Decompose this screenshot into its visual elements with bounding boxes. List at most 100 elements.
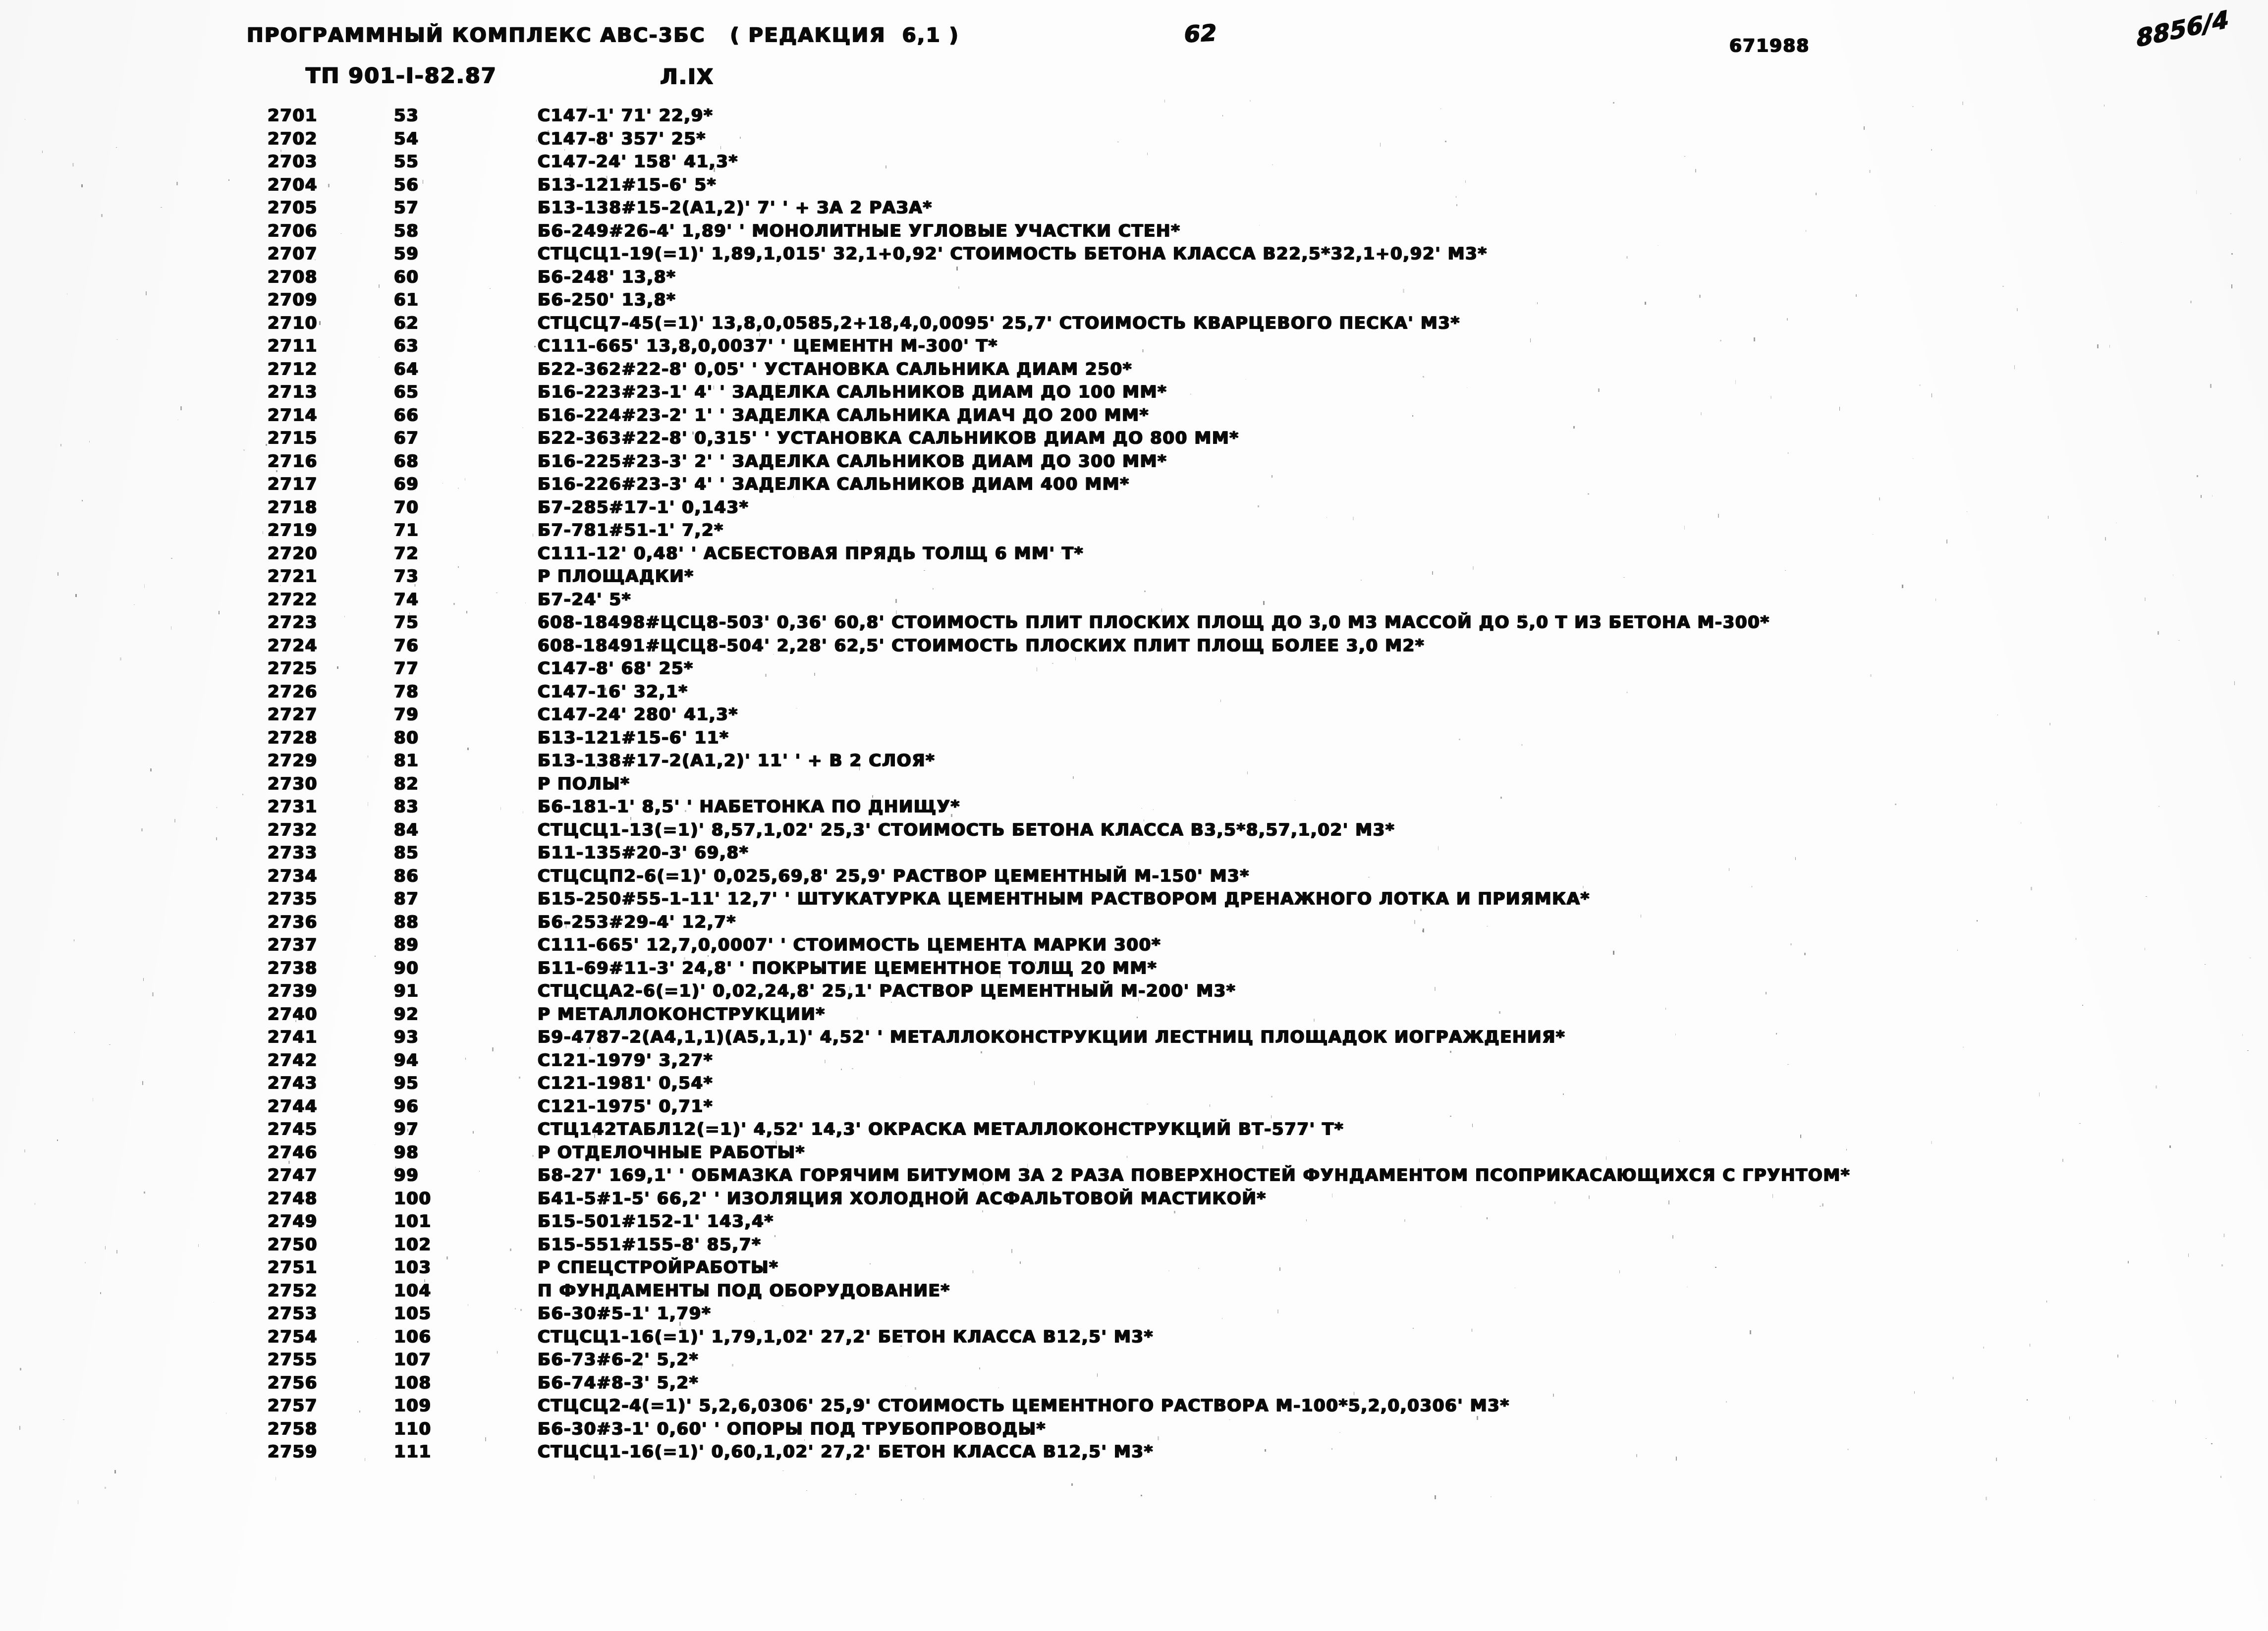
row-position-number: 70: [394, 497, 419, 517]
row-estimate-code-text: Б6-249#26-4' 1,89' ' МОНОЛИТНЫЕ УГЛОВЫЕ …: [538, 220, 1181, 241]
row-sequence-number: 2729: [268, 751, 318, 770]
page-header: ПРОГРАММНЫЙ КОМПЛЕКС АВС-3БС ( РЕДАКЦИЯ …: [0, 0, 2268, 89]
listing-row: 2717 69 Б16-226#23-3' 4' ' ЗАДЕЛКА САЛЬНИК…: [0, 473, 2268, 496]
row-sequence-number: 2707: [268, 244, 318, 264]
row-estimate-code-text: С147-1' 71' 22,9*: [538, 106, 714, 125]
listing-row: 2713 65 Б16-223#23-1' 4' ' ЗАДЕЛКА САЛЬНИК…: [0, 381, 2268, 404]
row-position-number: 90: [394, 958, 419, 978]
row-position-number: 80: [394, 727, 419, 748]
row-sequence-number: 2731: [268, 797, 318, 816]
row-estimate-code-text: Б6-73#6-2' 5,2*: [538, 1350, 699, 1369]
row-sequence-number: 2724: [268, 635, 318, 655]
listing-row: 2704 56 Б13-121#15-6' 5*: [0, 173, 2268, 197]
program-listing-table: 2701 53 С147-1' 71' 22,9* 2702 54 С147-8' 357…: [0, 104, 2268, 1464]
typical-project-code: ТП 901-I-82.87: [306, 63, 497, 88]
row-sequence-number: 2718: [268, 497, 318, 517]
row-position-number: 106: [394, 1326, 432, 1347]
row-position-number: 81: [394, 751, 419, 770]
row-estimate-code-text: С111-665' 13,8,0,0037' ' ЦЕМЕНТН М-300' …: [538, 336, 998, 356]
row-sequence-number: 2723: [268, 612, 318, 632]
document-number: 671988: [1729, 36, 1810, 56]
row-position-number: 55: [394, 152, 419, 171]
listing-row: 2722 74 Б7-24' 5*: [0, 588, 2268, 611]
row-sequence-number: 2727: [268, 705, 318, 724]
row-sequence-number: 2748: [268, 1188, 318, 1208]
row-position-number: 85: [394, 843, 419, 863]
row-estimate-code-text: 608-18498#ЦСЦ8-503' 0,36' 60,8' СТОИМОСТ…: [538, 612, 1770, 632]
row-estimate-code-text: СТЦСЦ1-13(=1)' 8,57,1,02' 25,3' СТОИМОСТ…: [538, 819, 1395, 840]
listing-row: 2748 100 Б41-5#1-5' 66,2' ' ИЗОЛЯЦИЯ ХОЛОД…: [0, 1187, 2268, 1210]
row-sequence-number: 2734: [268, 866, 318, 886]
row-estimate-code-text: Б13-121#15-6' 5*: [538, 174, 717, 195]
row-estimate-code-text: Р ПОЛЫ*: [538, 773, 630, 794]
row-sequence-number: 2757: [268, 1396, 318, 1415]
row-position-number: 96: [394, 1096, 419, 1116]
row-sequence-number: 2755: [268, 1350, 318, 1369]
scanned-page: ПРОГРАММНЫЙ КОМПЛЕКС АВС-3БС ( РЕДАКЦИЯ …: [0, 0, 2268, 1631]
row-estimate-code-text: СТЦСЦА2-6(=1)' 0,02,24,8' 25,1' РАСТВОР …: [538, 981, 1236, 1001]
row-sequence-number: 2709: [268, 290, 318, 310]
row-position-number: 77: [394, 658, 419, 678]
row-sequence-number: 2751: [268, 1257, 318, 1277]
row-sequence-number: 2747: [268, 1165, 318, 1185]
listing-row: 2735 87 Б15-250#55-1-11' 12,7' ' ШТУКАТУРК…: [0, 887, 2268, 911]
row-sequence-number: 2743: [268, 1073, 318, 1093]
row-position-number: 97: [394, 1119, 419, 1139]
row-position-number: 75: [394, 612, 419, 632]
row-position-number: 91: [394, 981, 419, 1001]
listing-row: 2757 109 СТЦСЦ2-4(=1)' 5,2,6,0306' 25,9' С…: [0, 1394, 2268, 1417]
row-sequence-number: 2705: [268, 198, 318, 217]
listing-row: 2758 110 Б6-30#3-1' 0,60' ' ОПОРЫ ПОД ТРУБ…: [0, 1417, 2268, 1441]
row-estimate-code-text: СТЦ142ТАБЛ12(=1)' 4,52' 14,3' ОКРАСКА МЕ…: [538, 1119, 1344, 1139]
row-estimate-code-text: Б6-253#29-4' 12,7*: [538, 912, 736, 932]
row-estimate-code-text: Р МЕТАЛЛОКОНСТРУКЦИИ*: [538, 1004, 826, 1024]
row-sequence-number: 2720: [268, 543, 318, 563]
listing-row: 2703 55 С147-24' 158' 41,3*: [0, 150, 2268, 173]
row-estimate-code-text: Б16-226#23-3' 4' ' ЗАДЕЛКА САЛЬНИКОВ ДИА…: [538, 474, 1130, 494]
row-position-number: 102: [394, 1234, 432, 1254]
row-estimate-code-text: Б41-5#1-5' 66,2' ' ИЗОЛЯЦИЯ ХОЛОДНОЙ АСФ…: [538, 1188, 1267, 1208]
row-sequence-number: 2750: [268, 1234, 318, 1254]
row-position-number: 109: [394, 1396, 432, 1415]
row-sequence-number: 2756: [268, 1372, 318, 1393]
listing-row: 2750 102 Б15-551#155-8' 85,7*: [0, 1233, 2268, 1256]
row-sequence-number: 2715: [268, 428, 318, 448]
listing-row: 2723 75 608-18498#ЦСЦ8-503' 0,36' 60,8' СТ…: [0, 611, 2268, 634]
row-sequence-number: 2704: [268, 174, 318, 195]
row-position-number: 53: [394, 106, 419, 125]
row-position-number: 72: [394, 543, 419, 563]
row-sequence-number: 2744: [268, 1096, 318, 1116]
listing-row: 2706 58 Б6-249#26-4' 1,89' ' МОНОЛИТНЫЕ УГ…: [0, 219, 2268, 243]
listing-row: 2751 103 Р СПЕЦСТРОЙРАБОТЫ*: [0, 1256, 2268, 1279]
row-sequence-number: 2721: [268, 566, 318, 586]
listing-row: 2726 78 С147-16' 32,1*: [0, 680, 2268, 704]
row-sequence-number: 2728: [268, 727, 318, 748]
listing-row: 2742 94 С121-1979' 3,27*: [0, 1049, 2268, 1072]
row-estimate-code-text: Б6-30#5-1' 1,79*: [538, 1304, 712, 1323]
row-sequence-number: 2735: [268, 889, 318, 909]
row-position-number: 84: [394, 819, 419, 840]
row-estimate-code-text: СТЦСЦ7-45(=1)' 13,8,0,0585,2+18,4,0,0095…: [538, 313, 1460, 333]
row-estimate-code-text: С147-8' 357' 25*: [538, 128, 706, 149]
listing-row: 2755 107 Б6-73#6-2' 5,2*: [0, 1348, 2268, 1371]
row-estimate-code-text: С147-8' 68' 25*: [538, 658, 694, 678]
listing-row: 2756 108 Б6-74#8-3' 5,2*: [0, 1371, 2268, 1395]
row-estimate-code-text: Б9-4787-2(А4,1,1)(А5,1,1)' 4,52' ' МЕТАЛ…: [538, 1027, 1566, 1047]
row-estimate-code-text: Б6-74#8-3' 5,2*: [538, 1372, 699, 1393]
listing-row: 2759 111 СТЦСЦ1-16(=1)' 0,60,1,02' 27,2' Б…: [0, 1440, 2268, 1464]
row-sequence-number: 2742: [268, 1050, 318, 1070]
row-position-number: 104: [394, 1280, 432, 1301]
listing-row: 2749 101 Б15-501#152-1' 143,4*: [0, 1210, 2268, 1233]
listing-row: 2753 105 Б6-30#5-1' 1,79*: [0, 1302, 2268, 1325]
row-estimate-code-text: СТЦСЦ1-16(=1)' 1,79,1,02' 27,2' БЕТОН КЛ…: [538, 1326, 1154, 1347]
listing-row: 2705 57 Б13-138#15-2(А1,2)' 7' ' + ЗА 2 РА…: [0, 196, 2268, 219]
row-estimate-code-text: СТЦСЦП2-6(=1)' 0,025,69,8' 25,9' РАСТВОР…: [538, 866, 1250, 886]
listing-row: 2733 85 Б11-135#20-3' 69,8*: [0, 841, 2268, 865]
row-position-number: 92: [394, 1004, 419, 1024]
row-estimate-code-text: Б7-24' 5*: [538, 589, 632, 609]
row-estimate-code-text: С121-1975' 0,71*: [538, 1096, 714, 1116]
row-sequence-number: 2722: [268, 589, 318, 609]
row-position-number: 98: [394, 1142, 419, 1162]
listing-row: 2731 83 Б6-181-1' 8,5' ' НАБЕТОНКА ПО ДНИЩ…: [0, 795, 2268, 818]
listing-row: 2724 76 608-18491#ЦСЦ8-504' 2,28' 62,5' СТ…: [0, 634, 2268, 657]
